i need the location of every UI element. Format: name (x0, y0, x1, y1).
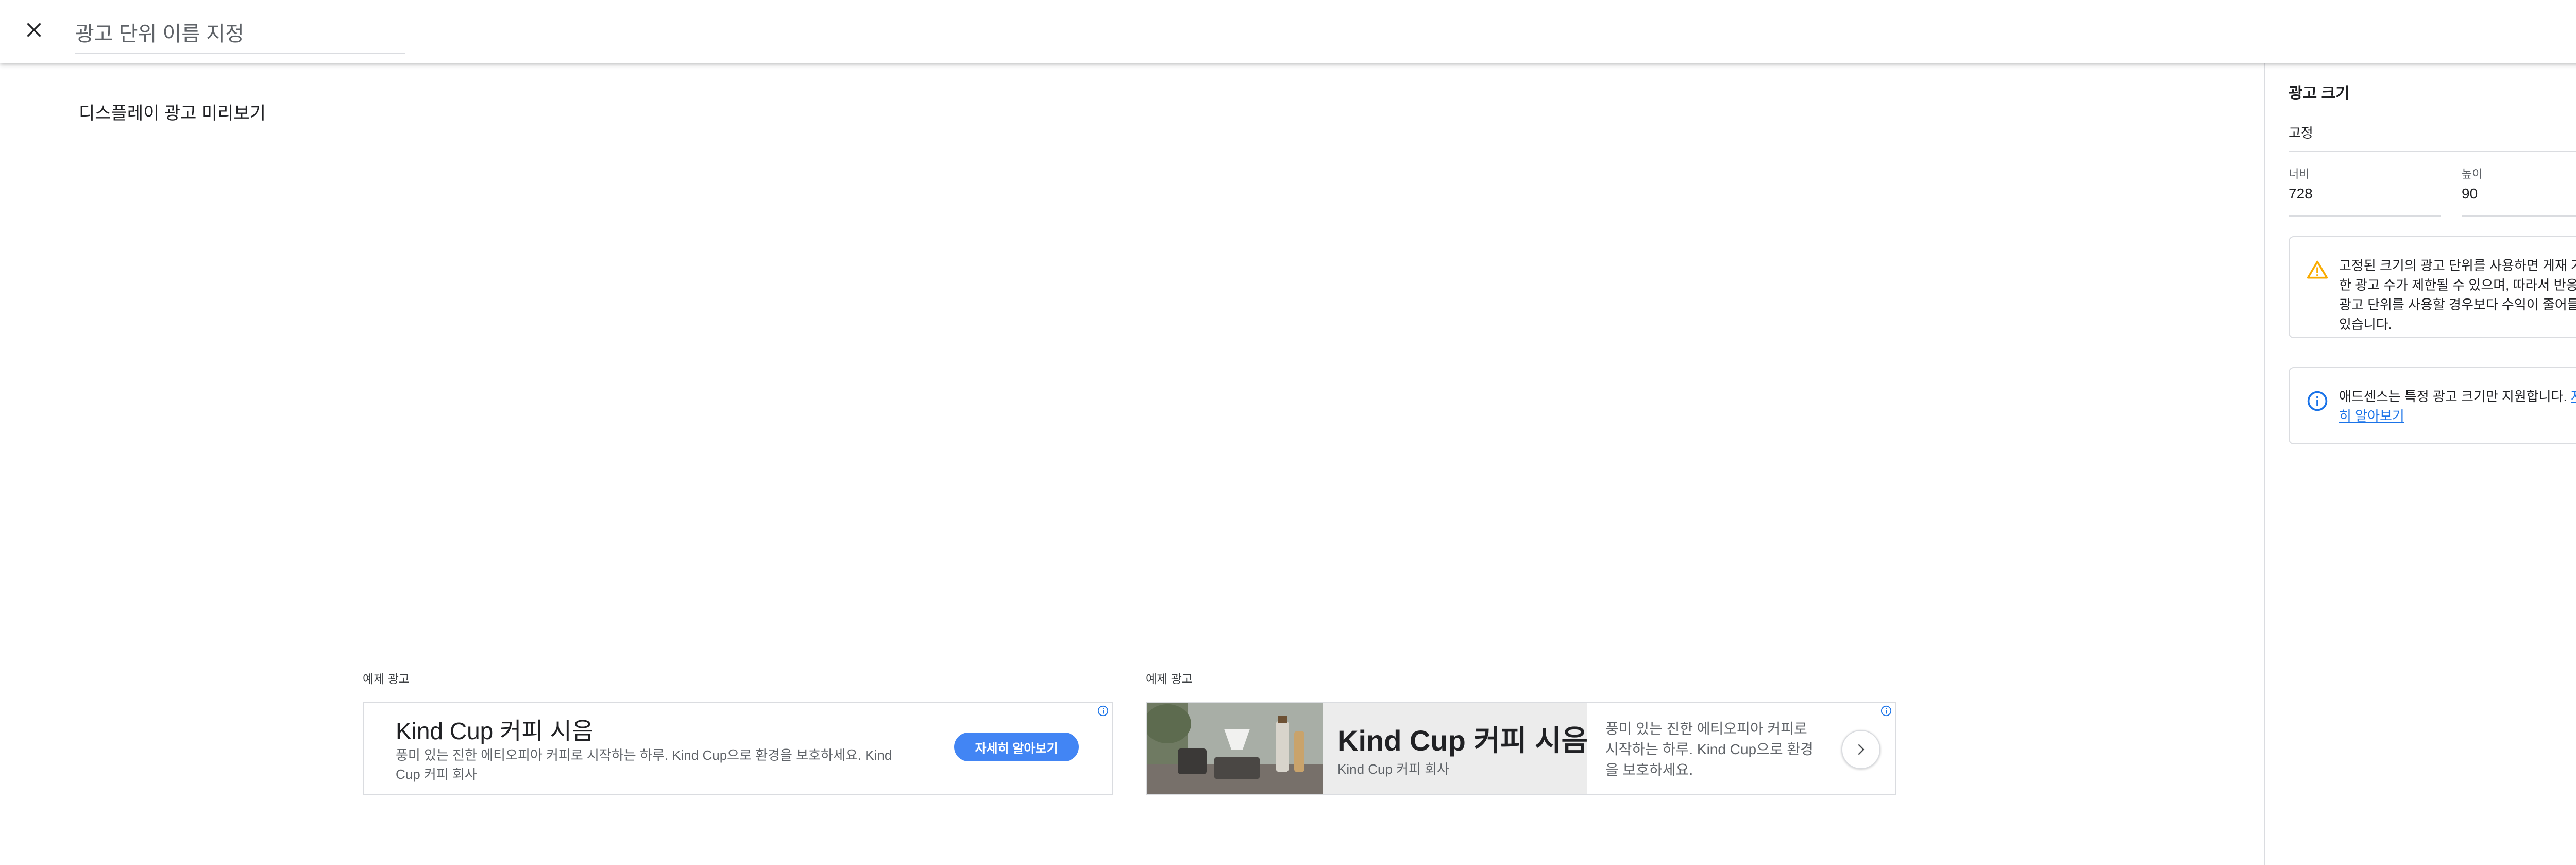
ad-headline: Kind Cup 커피 시음 (396, 718, 594, 744)
sample-ad-label: 예제 광고 (1146, 672, 1193, 686)
size-type-select[interactable]: 고정 (2289, 115, 2576, 152)
height-label: 높이 (2462, 168, 2483, 180)
coffee-product-image (1147, 703, 1323, 794)
height-field[interactable]: 높이 90 (2462, 165, 2576, 217)
ad-headline-band: Kind Cup 커피 시음 Kind Cup 커피 회사 (1323, 703, 1588, 794)
top-bar (0, 0, 2576, 63)
next-button[interactable] (1841, 730, 1880, 769)
panel-title: 광고 크기 (2289, 85, 2350, 102)
fixed-size-warning: 고정된 크기의 광고 단위를 사용하면 게재 가능한 광고 수가 제한될 수 있… (2289, 236, 2576, 338)
ad-description: 풍미 있는 진한 에티오피아 커피로 시작하는 하루. Kind Cup으로 환… (396, 747, 892, 782)
preview-title: 디스플레이 광고 미리보기 (79, 104, 266, 123)
info-message: 애드센스는 특정 광고 크기만 지원합니다. (2339, 389, 2571, 404)
supported-sizes-info: 애드센스는 특정 광고 크기만 지원합니다. 자세히 알아보기 (2289, 367, 2576, 444)
ad-size-panel: 광고 크기 고정 너비 728 높이 90 고정된 크기의 광고 단위를 사용하… (2264, 63, 2576, 865)
info-text: 애드센스는 특정 광고 크기만 지원합니다. 자세히 알아보기 (2339, 387, 2576, 426)
learn-more-button[interactable]: 자세히 알아보기 (954, 733, 1079, 761)
close-icon (27, 23, 41, 37)
width-label: 너비 (2289, 168, 2310, 180)
size-type-value: 고정 (2289, 125, 2313, 141)
close-button[interactable] (21, 16, 47, 43)
preview-area: 디스플레이 광고 미리보기 예제 광고 Kind Cup 커피 시음 풍미 있는… (0, 63, 2264, 865)
coffee-scene-illustration (1147, 703, 1323, 794)
width-field[interactable]: 너비 728 (2289, 165, 2441, 217)
warning-text: 고정된 크기의 광고 단위를 사용하면 게재 가능한 광고 수가 제한될 수 있… (2339, 258, 2576, 332)
width-value: 728 (2289, 186, 2313, 202)
sample-ad-image[interactable]: Kind Cup 커피 시음 Kind Cup 커피 회사 풍미 있는 진한 에… (1146, 702, 1896, 795)
sample-ad-text[interactable]: Kind Cup 커피 시음 풍미 있는 진한 에티오피아 커피로 시작하는 하… (363, 702, 1113, 795)
ad-headline: Kind Cup 커피 시음 (1337, 724, 1588, 757)
info-icon (2307, 391, 2328, 411)
sample-ad-label: 예제 광고 (363, 672, 410, 686)
info-icon[interactable] (1880, 705, 1892, 717)
ad-company: Kind Cup 커피 회사 (1337, 761, 1450, 777)
chevron-right-icon (1858, 744, 1865, 755)
ad-unit-name-input[interactable] (75, 15, 405, 54)
ad-description: 풍미 있는 진한 에티오피아 커피로 시작하는 하루. Kind Cup으로 환… (1605, 721, 1814, 778)
info-icon[interactable] (1097, 705, 1109, 717)
height-value: 90 (2462, 186, 2478, 202)
warning-icon (2307, 260, 2328, 279)
